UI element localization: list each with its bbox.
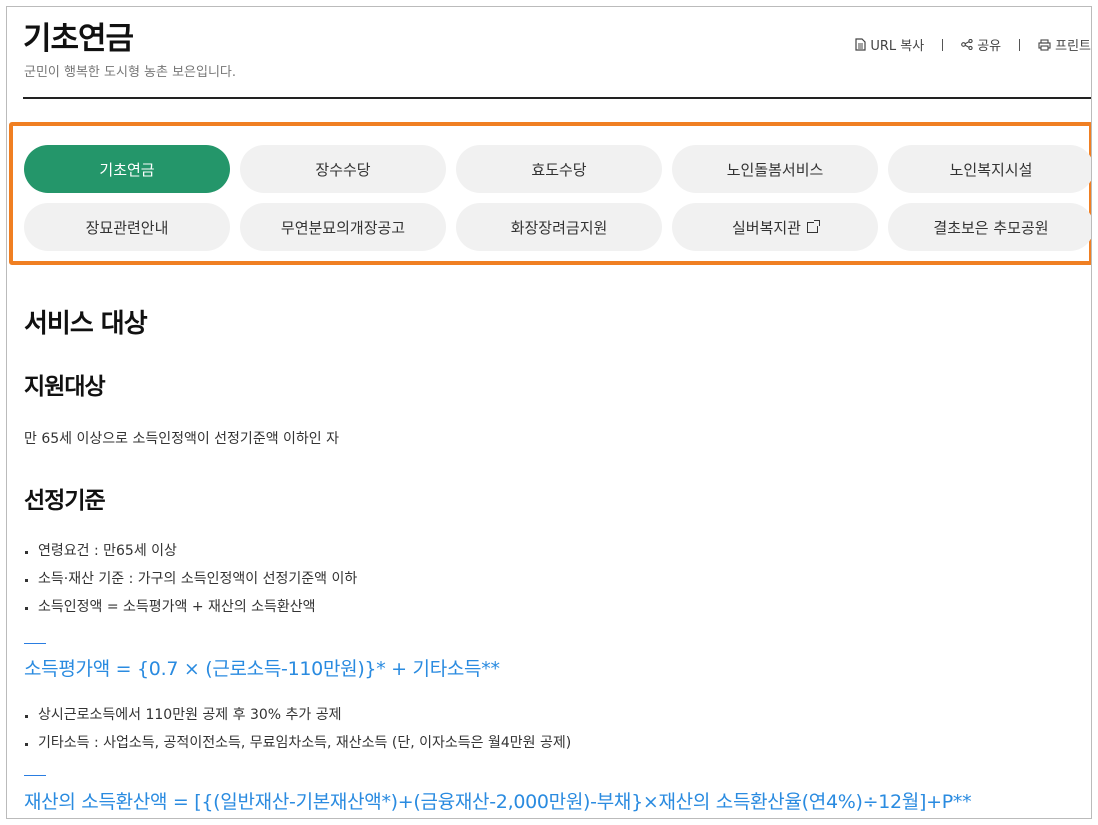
share-button[interactable]: 공유 bbox=[961, 35, 1001, 54]
formula-rule bbox=[24, 775, 46, 776]
tab-label: 결초보은 추모공원 bbox=[933, 218, 1049, 237]
tab-label: 노인복지시설 bbox=[949, 160, 1033, 179]
property-formula: 재산의 소득환산액 = [{(일반재산-기본재산액*)+(금융재산-2,000만… bbox=[24, 791, 972, 813]
list-item: 소득·재산 기준 : 가구의 소득인정액이 선정기준액 이하 bbox=[24, 571, 357, 599]
page-title: 기초연금 bbox=[23, 21, 134, 57]
tab-label: 화장장려금지원 bbox=[510, 218, 608, 237]
section-title: 서비스 대상 bbox=[24, 309, 148, 339]
tab-label: 기초연금 bbox=[99, 160, 155, 179]
target-text: 만 65세 이상으로 소득인정액이 선정기준액 이하인 자 bbox=[24, 431, 339, 447]
page-frame: 기초연금 군민이 행복한 도시형 농촌 보은입니다. URL 복사 공유 프린트… bbox=[6, 6, 1092, 819]
document-icon bbox=[855, 38, 866, 51]
tab-basic-pension[interactable]: 기초연금 bbox=[24, 145, 230, 193]
page-subtitle: 군민이 행복한 도시형 농촌 보은입니다. bbox=[24, 65, 237, 80]
url-copy-button[interactable]: URL 복사 bbox=[855, 35, 924, 54]
list-item: 연령요건 : 만65세 이상 bbox=[24, 543, 357, 571]
tab-label: 노인돌봄서비스 bbox=[726, 160, 824, 179]
url-copy-label: URL 복사 bbox=[870, 39, 925, 54]
tab-label: 무연분묘의개장공고 bbox=[280, 218, 406, 237]
income-formula: 소득평가액 = {0.7 × (근로소득-110만원)}* + 기타소득** bbox=[24, 658, 500, 680]
external-link-icon bbox=[807, 219, 820, 233]
submenu-tab-box: 기초연금 장수수당 효도수당 노인돌봄서비스 노인복지시설 장묘관련안내 무연분… bbox=[9, 122, 1091, 265]
tab-elderly-welfare-facility[interactable]: 노인복지시설 bbox=[888, 145, 1091, 193]
criteria-list: 연령요건 : 만65세 이상 소득·재산 기준 : 가구의 소득인정액이 선정기… bbox=[24, 543, 357, 627]
tab-longevity-allowance[interactable]: 장수수당 bbox=[240, 145, 446, 193]
tool-divider bbox=[1019, 38, 1021, 51]
tab-cremation-subsidy[interactable]: 화장장려금지원 bbox=[456, 203, 662, 251]
formula-rule bbox=[24, 643, 46, 644]
target-heading: 지원대상 bbox=[24, 374, 106, 400]
printer-icon bbox=[1038, 38, 1051, 51]
tool-divider bbox=[942, 38, 944, 51]
tab-unclaimed-grave-notice[interactable]: 무연분묘의개장공고 bbox=[240, 203, 446, 251]
page-tools: URL 복사 공유 프린트 bbox=[855, 35, 1091, 54]
page-header: 기초연금 군민이 행복한 도시형 농촌 보은입니다. URL 복사 공유 프린트 bbox=[23, 13, 1091, 99]
share-icon bbox=[961, 39, 973, 50]
tab-elderly-care-service[interactable]: 노인돌봄서비스 bbox=[672, 145, 878, 193]
tab-label: 장묘관련안내 bbox=[85, 218, 169, 237]
criteria-heading: 선정기준 bbox=[24, 488, 106, 514]
list-item: 기타소득 : 사업소득, 공적이전소득, 무료임차소득, 재산소득 (단, 이자… bbox=[24, 735, 571, 763]
print-button[interactable]: 프린트 bbox=[1038, 35, 1091, 54]
income-notes: 상시근로소득에서 110만원 공제 후 30% 추가 공제 기타소득 : 사업소… bbox=[24, 707, 571, 763]
tab-funeral-info[interactable]: 장묘관련안내 bbox=[24, 203, 230, 251]
tab-label: 실버복지관 bbox=[731, 218, 801, 237]
share-label: 공유 bbox=[977, 39, 1002, 54]
list-item: 상시근로소득에서 110만원 공제 후 30% 추가 공제 bbox=[24, 707, 571, 735]
tab-label: 장수수당 bbox=[315, 160, 371, 179]
tab-memorial-park[interactable]: 결초보은 추모공원 bbox=[888, 203, 1091, 251]
tab-silver-welfare-center[interactable]: 실버복지관 bbox=[672, 203, 878, 251]
submenu-tabs: 기초연금 장수수당 효도수당 노인돌봄서비스 노인복지시설 장묘관련안내 무연분… bbox=[24, 145, 1091, 251]
tab-filial-allowance[interactable]: 효도수당 bbox=[456, 145, 662, 193]
tab-label: 효도수당 bbox=[531, 160, 587, 179]
list-item: 소득인정액 = 소득평가액 + 재산의 소득환산액 bbox=[24, 599, 357, 627]
print-label: 프린트 bbox=[1055, 39, 1091, 54]
